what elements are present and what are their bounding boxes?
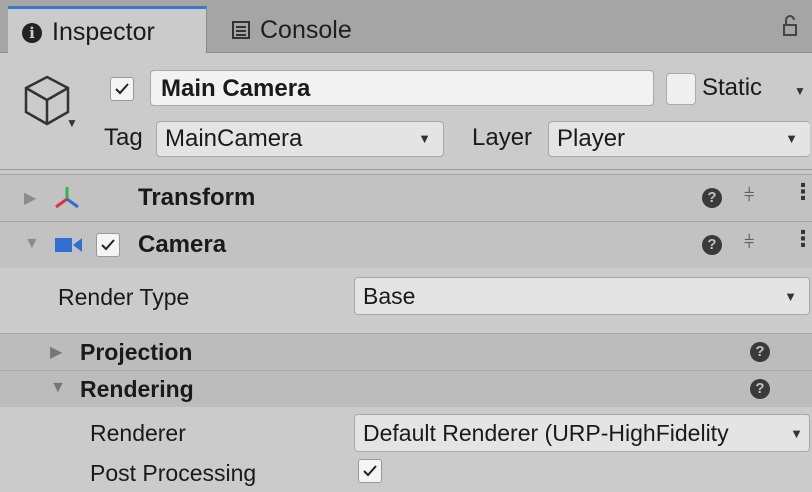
transform-axes-icon [55, 187, 79, 209]
render-type-dropdown[interactable]: Base ▼ [354, 277, 810, 315]
tab-console-label: Console [260, 15, 352, 44]
renderer-dropdown[interactable]: Default Renderer (URP-HighFidelity ▼ [354, 414, 810, 452]
layer-value: Player [557, 125, 626, 152]
help-icon[interactable]: ? [750, 342, 770, 362]
foldout-expanded-icon[interactable]: ▼ [50, 379, 66, 397]
projection-label: Projection [80, 339, 193, 365]
layer-dropdown[interactable]: Player ▼ [548, 121, 810, 157]
tab-inspector-label: Inspector [52, 18, 155, 46]
active-checkbox[interactable] [110, 77, 134, 101]
renderer-value: Default Renderer (URP-HighFidelity [363, 420, 729, 446]
layer-label: Layer [472, 124, 533, 151]
camera-component-header[interactable]: ▼ Camera ? ⫩ ⋮ [0, 221, 812, 269]
lock-icon[interactable] [782, 14, 798, 38]
static-dropdown-arrow[interactable]: ▼ [794, 84, 806, 98]
camera-enabled-checkbox[interactable] [96, 233, 120, 257]
foldout-collapsed-icon[interactable]: ▶ [24, 188, 36, 208]
camera-icon [55, 238, 82, 252]
icon-dropdown-arrow[interactable]: ▼ [66, 116, 78, 130]
post-processing-checkbox[interactable] [358, 459, 382, 483]
transform-component-header[interactable]: ▶ Transform ? ⫩ ⋮ [0, 174, 812, 222]
tag-value: MainCamera [165, 125, 303, 152]
checkmark-icon [101, 239, 115, 251]
rendering-label: Rendering [80, 376, 194, 402]
rendering-foldout[interactable]: ▼ Rendering ? [0, 370, 812, 407]
presets-icon[interactable]: ⫩ [744, 185, 754, 206]
chevron-down-icon: ▼ [784, 289, 797, 304]
checkmark-icon [115, 83, 129, 95]
gameobject-name-input[interactable]: Main Camera [150, 70, 654, 106]
more-options-icon[interactable]: ⋮ [792, 181, 812, 203]
help-icon[interactable]: ? [702, 235, 722, 255]
tag-label: Tag [104, 124, 143, 151]
foldout-expanded-icon[interactable]: ▼ [24, 235, 40, 253]
render-type-value: Base [363, 283, 416, 309]
projection-foldout[interactable]: ▶ Projection ? [0, 333, 812, 370]
chevron-down-icon: ▼ [785, 131, 798, 146]
tag-dropdown[interactable]: MainCamera ▼ [156, 121, 444, 157]
tab-console[interactable]: Console [218, 8, 378, 52]
foldout-collapsed-icon[interactable]: ▶ [50, 342, 62, 362]
info-icon: i [22, 22, 42, 43]
tab-bar: i Inspector Console [0, 0, 812, 56]
more-options-icon[interactable]: ⋮ [792, 228, 812, 250]
checkmark-icon [363, 465, 377, 477]
presets-icon[interactable]: ⫩ [744, 232, 754, 253]
chevron-down-icon: ▼ [418, 131, 431, 146]
render-type-label: Render Type [58, 284, 190, 310]
gameobject-cube-icon[interactable] [22, 74, 72, 128]
tab-inspector[interactable]: i Inspector [8, 6, 207, 56]
console-icon [232, 21, 250, 39]
renderer-label: Renderer [90, 420, 186, 446]
post-processing-label: Post Processing [90, 460, 257, 486]
help-icon[interactable]: ? [750, 379, 770, 399]
help-icon[interactable]: ? [702, 188, 722, 208]
transform-title: Transform [138, 184, 256, 211]
camera-title: Camera [138, 231, 227, 258]
static-checkbox[interactable] [666, 73, 696, 105]
chevron-down-icon: ▼ [788, 416, 803, 451]
static-label: Static [702, 74, 763, 101]
